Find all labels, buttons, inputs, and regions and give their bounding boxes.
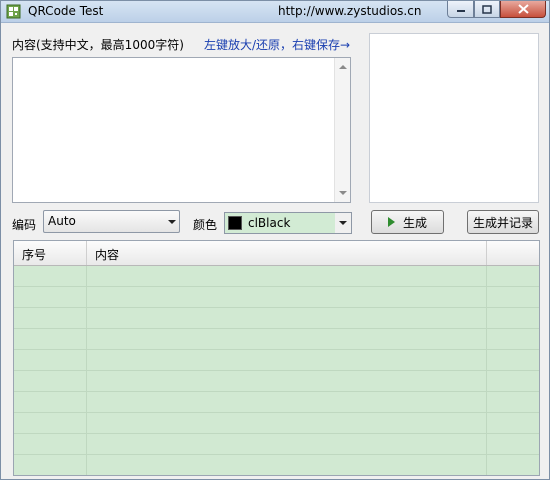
table-row[interactable] [14, 413, 539, 434]
hint-link[interactable]: 左键放大/还原，右键保存→ [204, 36, 350, 53]
cell-index[interactable] [14, 308, 87, 328]
minimize-button[interactable] [447, 1, 474, 18]
color-label: 颜色 [193, 218, 218, 232]
encoding-value: Auto [48, 214, 76, 228]
scroll-up-icon[interactable] [339, 65, 347, 69]
table-row[interactable] [14, 350, 539, 371]
table-row[interactable] [14, 455, 539, 475]
cell-index[interactable] [14, 266, 87, 286]
column-header-content[interactable]: 内容 [87, 241, 487, 265]
table-row[interactable] [14, 287, 539, 308]
content-textarea[interactable] [12, 57, 351, 203]
table-row[interactable] [14, 392, 539, 413]
column-header-blank [487, 241, 539, 265]
grid-header: 序号 内容 [14, 241, 539, 266]
column-header-index[interactable]: 序号 [14, 241, 87, 265]
table-row[interactable] [14, 308, 539, 329]
cell-content[interactable] [87, 329, 487, 349]
color-value: clBlack [248, 216, 291, 230]
cell-content[interactable] [87, 413, 487, 433]
table-row[interactable] [14, 371, 539, 392]
scroll-down-icon[interactable] [339, 191, 347, 195]
cell-index[interactable] [14, 371, 87, 391]
color-dropdown-button[interactable] [335, 213, 351, 233]
encoding-select[interactable]: Auto [43, 210, 180, 233]
cell-content[interactable] [87, 308, 487, 328]
cell-content[interactable] [87, 266, 487, 286]
cell-index[interactable] [14, 392, 87, 412]
cell-index[interactable] [14, 329, 87, 349]
cell-content[interactable] [87, 371, 487, 391]
play-icon [387, 217, 395, 227]
cell-index[interactable] [14, 350, 87, 370]
vertical-scrollbar[interactable] [334, 58, 350, 202]
maximize-button[interactable] [474, 1, 500, 18]
minimize-icon [456, 10, 465, 12]
cell-index[interactable] [14, 413, 87, 433]
maximize-icon [482, 4, 492, 14]
generate-and-record-label: 生成并记录 [472, 215, 533, 230]
generate-button[interactable]: 生成 [371, 210, 444, 234]
chevron-down-icon [339, 221, 347, 225]
chevron-down-icon [168, 220, 176, 224]
window-title: QRCode Test [28, 4, 104, 18]
cell-index[interactable] [14, 455, 87, 475]
records-grid[interactable]: 序号 内容 [13, 240, 540, 476]
app-icon [6, 4, 21, 19]
cell-index[interactable] [14, 287, 87, 307]
cell-content[interactable] [87, 434, 487, 454]
window-title-url: http://www.zystudios.cn [278, 4, 422, 18]
generate-button-label: 生成 [402, 215, 427, 230]
generate-and-record-button[interactable]: 生成并记录 [467, 210, 539, 234]
app-window: QRCode Test http://www.zystudios.cn 内容(支… [0, 0, 550, 480]
qr-preview[interactable] [369, 33, 539, 203]
cell-content[interactable] [87, 350, 487, 370]
cell-index[interactable] [14, 434, 87, 454]
cell-content[interactable] [87, 455, 487, 475]
content-label: 内容(支持中文，最高1000字符) [12, 38, 184, 52]
table-row[interactable] [14, 434, 539, 455]
title-bar: QRCode Test http://www.zystudios.cn [1, 1, 549, 23]
color-swatch [228, 216, 242, 230]
table-row[interactable] [14, 266, 539, 287]
cell-content[interactable] [87, 287, 487, 307]
close-icon [517, 4, 529, 14]
close-button[interactable] [500, 1, 546, 18]
color-select[interactable]: clBlack [224, 212, 352, 234]
cell-content[interactable] [87, 392, 487, 412]
table-row[interactable] [14, 329, 539, 350]
encoding-label: 编码 [12, 218, 37, 232]
